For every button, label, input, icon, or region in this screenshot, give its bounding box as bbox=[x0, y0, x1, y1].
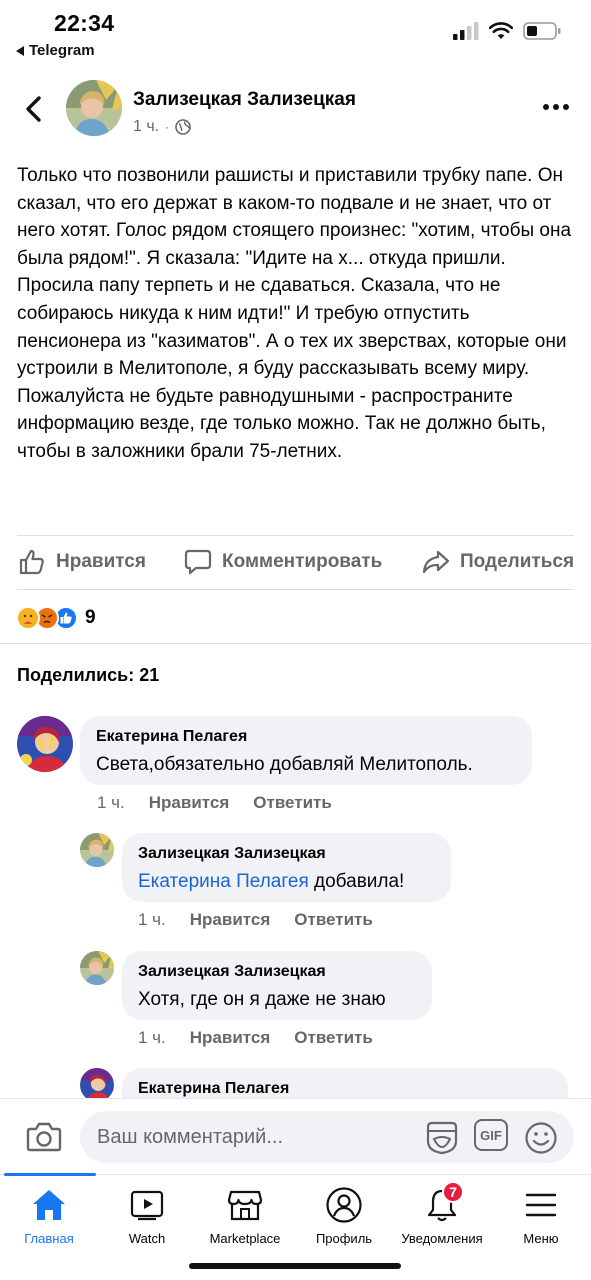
reply-avatar[interactable] bbox=[80, 833, 114, 867]
gif-button[interactable]: GIF bbox=[474, 1119, 508, 1151]
comment-label: Комментировать bbox=[222, 551, 383, 572]
tab-home[interactable]: Главная bbox=[0, 1183, 98, 1246]
section-divider bbox=[0, 643, 591, 644]
back-to-app-link[interactable]: Telegram bbox=[16, 42, 95, 59]
comment-time: 1 ч. bbox=[97, 793, 125, 812]
notification-badge: 7 bbox=[442, 1181, 464, 1203]
share-button[interactable]: Поделиться bbox=[422, 548, 574, 576]
comment-button[interactable]: Комментировать bbox=[184, 548, 382, 576]
tab-marketplace[interactable]: Marketplace bbox=[196, 1183, 294, 1246]
status-time: 22:34 bbox=[54, 10, 115, 36]
reply-author[interactable]: Екатерина Пелагея bbox=[138, 1080, 552, 1098]
reactions-summary[interactable]: 9 bbox=[16, 606, 96, 630]
profile-icon bbox=[325, 1183, 363, 1227]
meta-separator: · bbox=[165, 120, 170, 134]
share-arrow-icon bbox=[422, 550, 450, 574]
reply-avatar[interactable] bbox=[80, 951, 114, 985]
avatar-sticker-icon[interactable] bbox=[424, 1121, 460, 1155]
wifi-icon bbox=[489, 22, 513, 39]
author-name[interactable]: Зализецкая Зализецкая bbox=[133, 89, 356, 111]
battery-icon bbox=[523, 22, 561, 40]
mention-link[interactable]: Екатерина Пелагея bbox=[138, 871, 309, 892]
tab-label: Marketplace bbox=[209, 1231, 281, 1246]
comment-bubble[interactable]: Екатерина Пелагея Света,обязательно доба… bbox=[80, 716, 532, 785]
reply-text-body: добавила! bbox=[308, 871, 405, 892]
reply-bubble[interactable]: Зализецкая Зализецкая Хотя, где он я даж… bbox=[122, 951, 432, 1020]
author-avatar[interactable] bbox=[66, 80, 122, 136]
tab-label: Профиль bbox=[315, 1231, 373, 1246]
home-indicator[interactable] bbox=[189, 1263, 401, 1269]
active-tab-indicator bbox=[4, 1173, 96, 1176]
post-time: 1 ч. bbox=[133, 118, 160, 135]
reaction-count: 9 bbox=[85, 607, 96, 628]
gif-label: GIF bbox=[480, 1127, 502, 1143]
reply-author[interactable]: Зализецкая Зализецкая bbox=[138, 845, 435, 863]
reply-bubble[interactable]: Зализецкая Зализецкая Екатерина Пелагея … bbox=[122, 833, 451, 902]
reply-text: Хотя, где он я даже не знаю bbox=[138, 989, 386, 1010]
camera-icon[interactable] bbox=[26, 1121, 62, 1153]
share-label: Поделиться bbox=[460, 551, 575, 572]
home-icon bbox=[31, 1183, 67, 1227]
divider bbox=[17, 589, 574, 590]
reply-time: 1 ч. bbox=[138, 1028, 166, 1047]
reply-like-button[interactable]: Нравится bbox=[190, 1028, 271, 1048]
marketplace-icon bbox=[227, 1183, 263, 1227]
watch-icon bbox=[129, 1183, 165, 1227]
like-button[interactable]: Нравится bbox=[18, 548, 146, 576]
dot bbox=[563, 104, 569, 110]
comment-actions: 1 ч. Нравится Ответить bbox=[97, 793, 332, 813]
like-label: Нравится bbox=[56, 551, 146, 572]
menu-icon bbox=[524, 1183, 558, 1227]
bell-icon: 7 bbox=[424, 1181, 464, 1227]
reply-actions: 1 ч. Нравится Ответить bbox=[138, 1028, 373, 1048]
back-triangle-icon bbox=[16, 45, 24, 56]
reply-reply-button[interactable]: Ответить bbox=[294, 1028, 373, 1048]
shares-count[interactable]: Поделились: 21 bbox=[17, 665, 159, 686]
reply-author[interactable]: Зализецкая Зализецкая bbox=[138, 963, 416, 981]
reply-avatar[interactable] bbox=[80, 1068, 114, 1102]
back-app-label: Telegram bbox=[29, 42, 95, 59]
comment-author[interactable]: Екатерина Пелагея bbox=[96, 728, 516, 746]
commenter-avatar[interactable] bbox=[17, 716, 73, 772]
tab-notifications[interactable]: 7 Уведомления bbox=[393, 1181, 491, 1246]
reply-text: Екатерина Пелагея добавила! bbox=[138, 871, 404, 892]
post-meta: 1 ч. · bbox=[133, 118, 191, 136]
care-icon bbox=[16, 606, 40, 630]
tab-profile[interactable]: Профиль bbox=[295, 1183, 393, 1246]
reply-actions: 1 ч. Нравится Ответить bbox=[138, 910, 373, 930]
cellular-signal-icon bbox=[453, 22, 479, 40]
reply-time: 1 ч. bbox=[138, 910, 166, 929]
dot bbox=[543, 104, 549, 110]
reply-reply-button[interactable]: Ответить bbox=[294, 910, 373, 930]
tab-watch[interactable]: Watch bbox=[98, 1183, 196, 1246]
comment-like-button[interactable]: Нравится bbox=[149, 793, 230, 813]
dot bbox=[553, 104, 559, 110]
emoji-icon[interactable] bbox=[524, 1121, 558, 1155]
tab-label: Уведомления bbox=[401, 1231, 483, 1246]
thumbs-up-icon bbox=[19, 549, 44, 575]
post-text: Только что позвонили рашисты и приставил… bbox=[17, 165, 572, 462]
tab-label: Меню bbox=[523, 1231, 559, 1246]
tab-label: Главная bbox=[24, 1231, 74, 1246]
reply-like-button[interactable]: Нравится bbox=[190, 910, 271, 930]
comment-reply-button[interactable]: Ответить bbox=[253, 793, 332, 813]
comment-composer: GIF bbox=[0, 1098, 591, 1174]
more-options-button[interactable] bbox=[543, 104, 569, 110]
globe-icon bbox=[175, 119, 191, 135]
comment-text: Света,обязательно добавляй Мелитополь. bbox=[96, 754, 473, 775]
tab-label: Watch bbox=[128, 1231, 166, 1246]
comment-bubble-icon bbox=[184, 549, 212, 575]
back-chevron-icon[interactable] bbox=[22, 94, 46, 124]
status-icons bbox=[453, 22, 561, 40]
tab-menu[interactable]: Меню bbox=[492, 1183, 590, 1246]
divider bbox=[17, 535, 574, 536]
